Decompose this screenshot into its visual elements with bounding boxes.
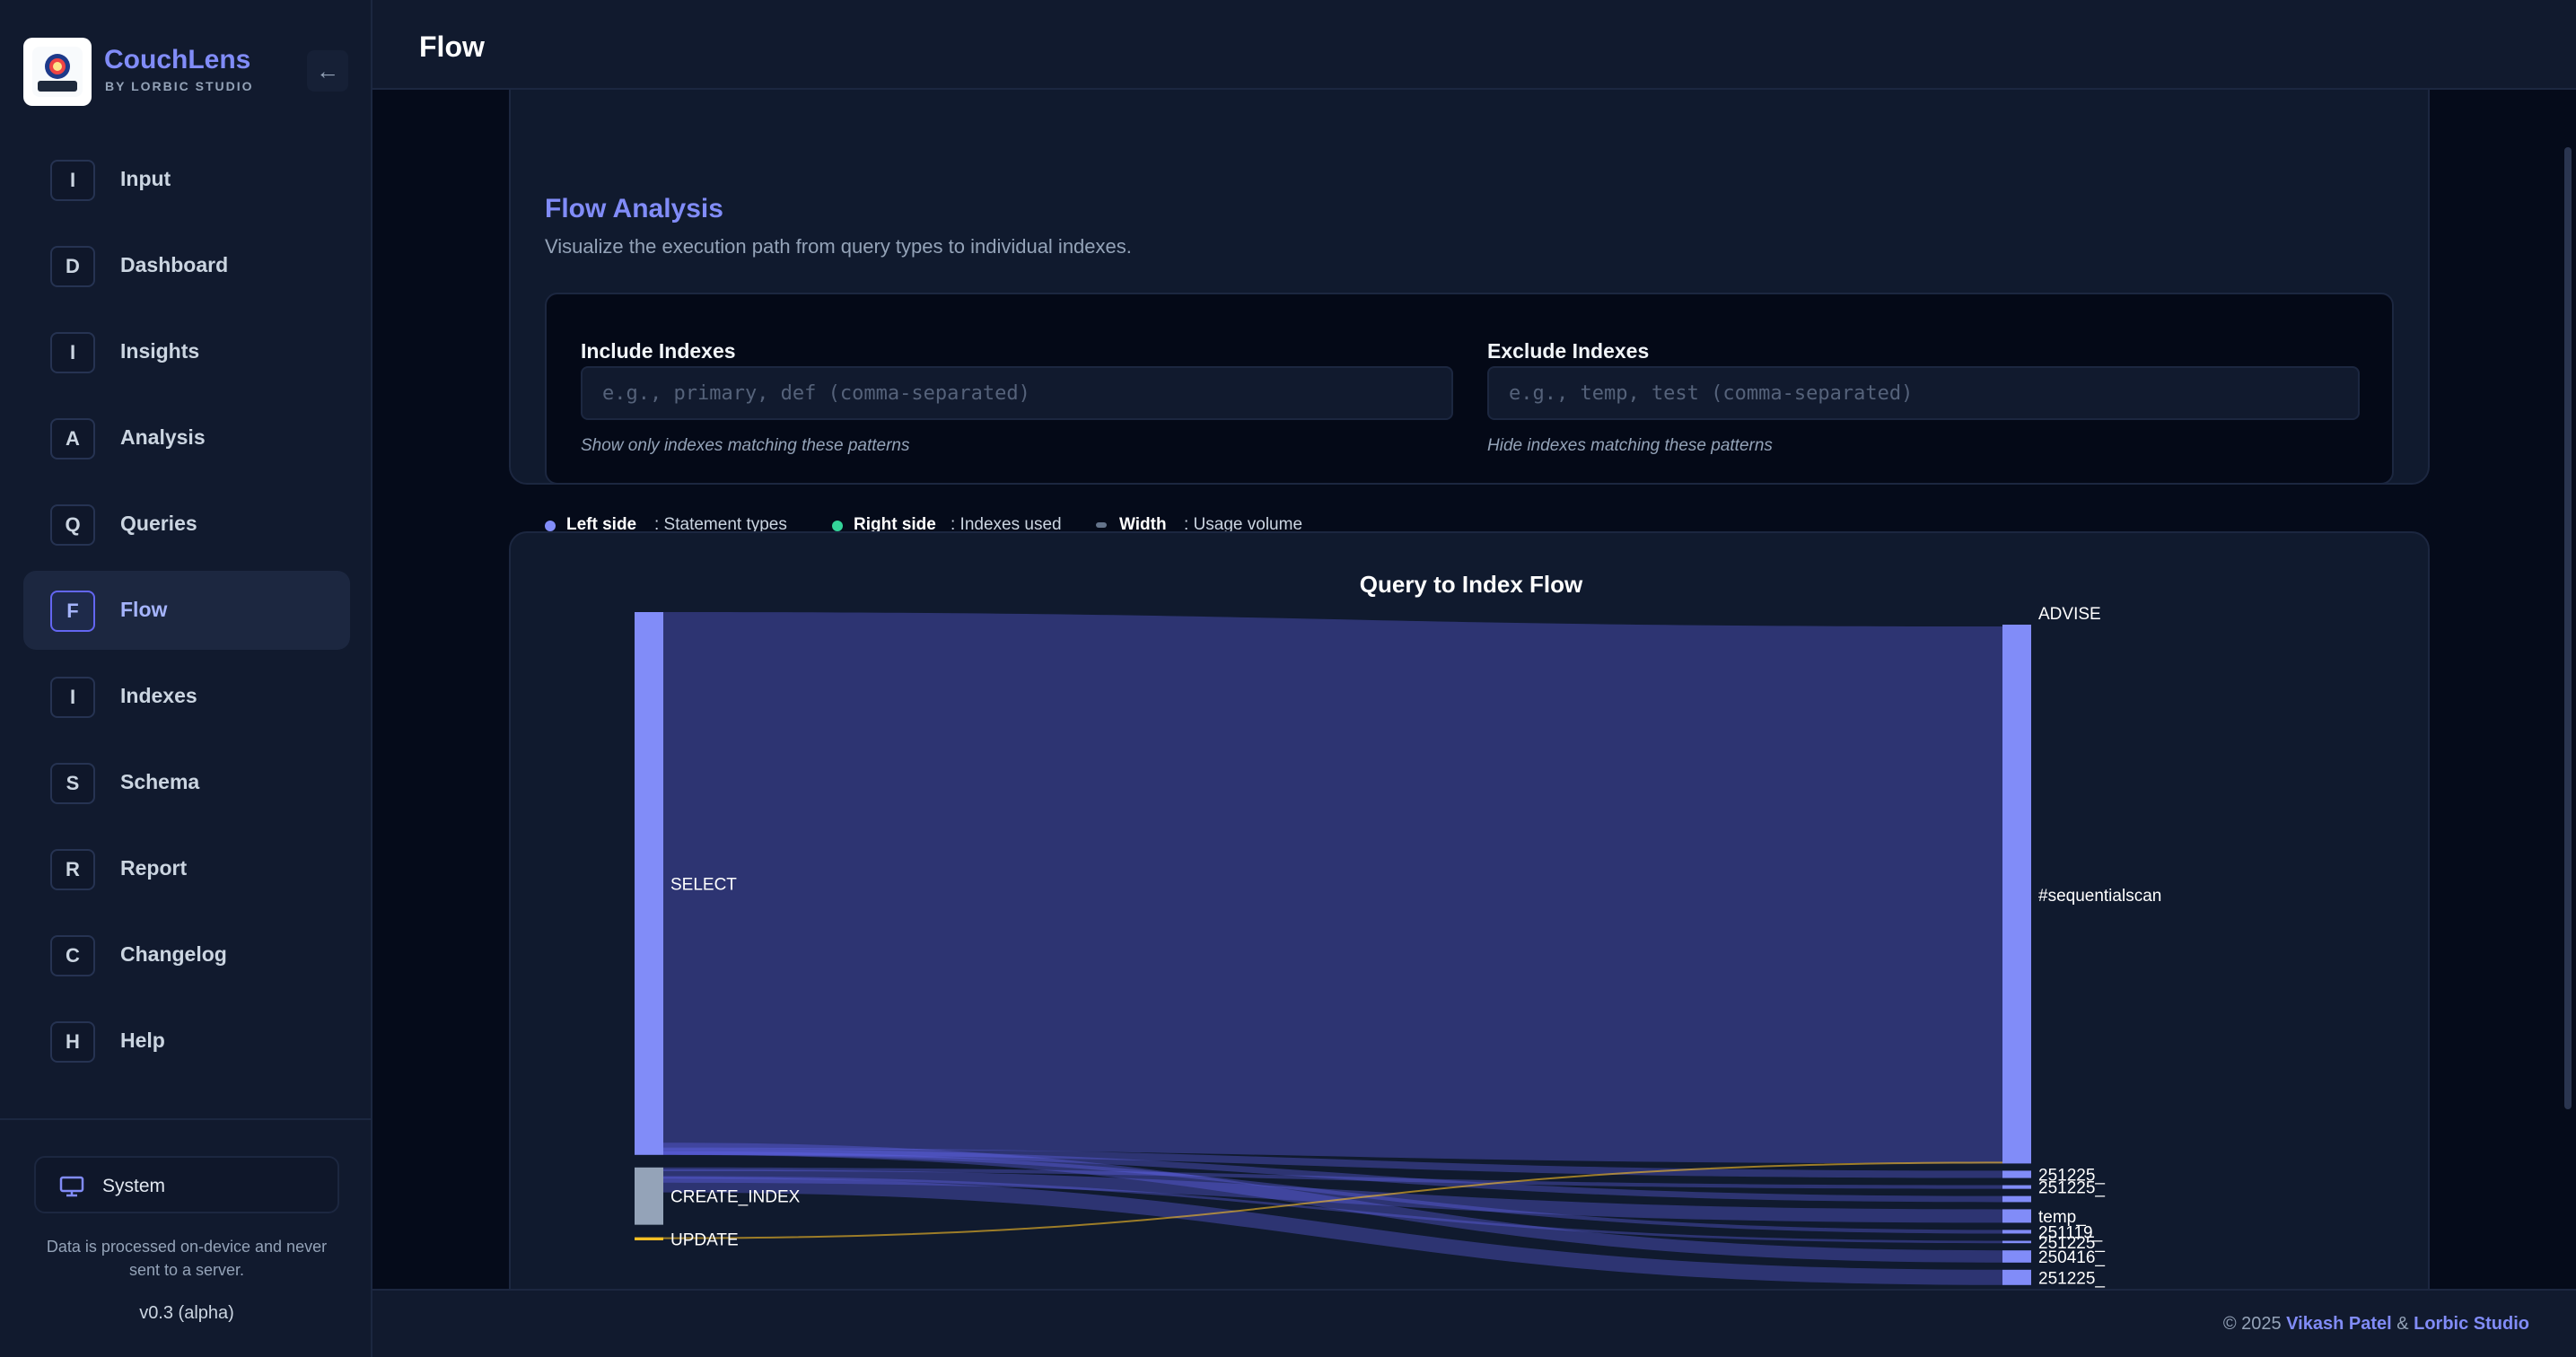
sidebar-item-label: Changelog (120, 942, 227, 966)
arrow-left-icon: ← (316, 57, 339, 84)
exclude-indexes-hint: Hide indexes matching these patterns (1487, 436, 1773, 455)
sankey-node-right (2002, 1185, 2031, 1189)
nav-badge: D (50, 246, 95, 287)
section-title: Flow Analysis (545, 194, 723, 223)
sankey-node-label: 250416_ (2038, 1248, 2105, 1267)
sankey-chart: SELECT CREATE_INDEX UPDATE ADVISE #sequentia… (635, 605, 2161, 1288)
exclude-indexes-input[interactable] (1487, 366, 2360, 420)
copyright-prefix: © 2025 (2222, 1314, 2287, 1334)
sidebar-item-schema[interactable]: S Schema (23, 743, 350, 822)
sidebar-item-label: Schema (120, 770, 200, 793)
sankey-node-label: 251225_ (2038, 1179, 2105, 1198)
sidebar-item-label: Analysis (120, 425, 206, 449)
copyright-separator: & (2391, 1314, 2414, 1334)
sidebar-item-label: Help (120, 1029, 165, 1052)
nav-badge: C (50, 935, 95, 976)
sankey-node-right (2002, 1240, 2031, 1244)
brand-subtitle: BY LORBIC STUDIO (105, 79, 254, 93)
main-scrollbar[interactable] (2564, 147, 2572, 1109)
nav-badge: I (50, 677, 95, 718)
couchlens-logo-icon (32, 47, 83, 97)
sankey-node-right (2002, 1170, 2031, 1178)
sankey-node-left (635, 1237, 663, 1240)
section-description: Visualize the execution path from query … (545, 235, 1132, 258)
sidebar: CouchLens BY LORBIC STUDIO ← I Input D D… (0, 0, 372, 1357)
sidebar-item-report[interactable]: R Report (23, 829, 350, 908)
nav-badge: F (50, 591, 95, 632)
sidebar-item-label: Flow (120, 598, 168, 621)
sankey-node-label: ADVISE (2038, 605, 2101, 624)
studio-link[interactable]: Lorbic Studio (2414, 1314, 2529, 1334)
sankey-link (663, 612, 2002, 1164)
sidebar-item-dashboard[interactable]: D Dashboard (23, 226, 350, 305)
nav-badge: A (50, 418, 95, 460)
brand[interactable]: CouchLens BY LORBIC STUDIO (23, 38, 346, 106)
legend-dot-icon (832, 521, 843, 531)
author-link[interactable]: Vikash Patel (2286, 1314, 2391, 1334)
legend-bar-icon (1096, 522, 1107, 528)
nav-badge: Q (50, 504, 95, 546)
legend-dot-icon (545, 521, 556, 531)
sidebar-item-changelog[interactable]: C Changelog (23, 915, 350, 994)
page-title: Flow (419, 31, 485, 63)
sidebar-footer: System Data is processed on-device and n… (0, 1118, 371, 1357)
sidebar-item-label: Report (120, 856, 188, 880)
include-indexes-input[interactable] (581, 366, 1453, 420)
sidebar-nav: I Input D Dashboard I Insights A Analysi… (23, 140, 350, 1088)
nav-badge: H (50, 1021, 95, 1063)
sankey-node-right (2002, 1250, 2031, 1263)
sidebar-item-input[interactable]: I Input (23, 140, 350, 219)
collapse-sidebar-button[interactable]: ← (307, 50, 348, 92)
sidebar-item-help[interactable]: H Help (23, 1002, 350, 1081)
include-indexes-hint: Show only indexes matching these pattern… (581, 436, 910, 455)
filter-panel: Include Indexes Show only indexes matchi… (545, 293, 2394, 485)
theme-system-button[interactable]: System (34, 1156, 339, 1213)
sidebar-item-insights[interactable]: I Insights (23, 312, 350, 391)
copyright: © 2025 Vikash Patel & Lorbic Studio (2223, 1314, 2529, 1335)
monitor-icon (59, 1176, 84, 1197)
sankey-node-right (2002, 625, 2031, 626)
sidebar-item-label: Indexes (120, 684, 197, 707)
include-indexes-label: Include Indexes (581, 339, 736, 363)
nav-badge: I (50, 332, 95, 373)
sidebar-item-queries[interactable]: Q Queries (23, 485, 350, 564)
sankey-node-left (635, 1167, 663, 1225)
logo (23, 38, 92, 106)
top-header: Flow (372, 0, 2576, 90)
nav-badge: R (50, 849, 95, 890)
sidebar-item-label: Input (120, 167, 171, 190)
page-footer: © 2025 Vikash Patel & Lorbic Studio (372, 1289, 2576, 1357)
sankey-node-left (635, 612, 663, 1155)
sankey-node-right (2002, 1195, 2031, 1203)
sankey-card: Query to Index Flow SELECT CREATE_INDEX UP… (509, 531, 2430, 1289)
sidebar-item-flow[interactable]: F Flow (23, 571, 350, 650)
nav-badge: I (50, 160, 95, 201)
sankey-node-label: SELECT (670, 875, 737, 894)
sidebar-item-indexes[interactable]: I Indexes (23, 657, 350, 736)
sankey-node-label: #sequentialscan (2038, 887, 2161, 906)
system-label: System (102, 1176, 166, 1196)
sidebar-item-label: Queries (120, 512, 197, 535)
nav-badge: S (50, 763, 95, 804)
flow-analysis-card: Flow Analysis Visualize the execution pa… (509, 90, 2430, 534)
sankey-node-right (2002, 1230, 2031, 1234)
sankey-node-right (2002, 1209, 2031, 1223)
exclude-indexes-label: Exclude Indexes (1487, 339, 1650, 363)
sankey-node-label: CREATE_INDEX (670, 1188, 801, 1207)
main-content: Flow Analysis Visualize the execution pa… (372, 90, 2576, 1289)
sidebar-item-analysis[interactable]: A Analysis (23, 398, 350, 477)
sidebar-item-label: Insights (120, 339, 200, 363)
brand-name: CouchLens (104, 45, 251, 74)
sankey-node-right (2002, 1269, 2031, 1285)
privacy-note: Data is processed on-device and never se… (46, 1238, 328, 1279)
sidebar-item-label: Dashboard (120, 253, 229, 276)
sankey-node-right (2002, 626, 2031, 1164)
sankey-node-label: 251225_ (2038, 1269, 2105, 1288)
version-label: v0.3 (alpha) (139, 1303, 234, 1323)
sankey-node-label: UPDATE (670, 1230, 739, 1249)
